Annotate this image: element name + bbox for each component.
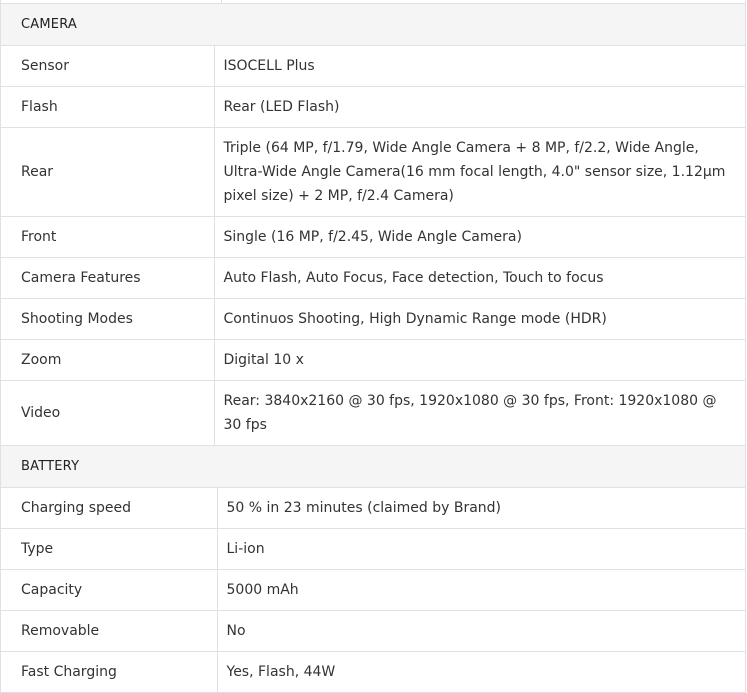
spec-row-rear: Rear Triple (64 MP, f/1.79, Wide Angle C… — [1, 127, 745, 217]
spec-value: Rear (LED Flash) — [213, 86, 745, 128]
spec-row-capacity: Capacity 5000 mAh — [1, 569, 745, 611]
spec-label: Flash — [1, 86, 214, 128]
spec-value: Yes, Flash, 44W — [216, 651, 745, 693]
spec-row-camera-features: Camera Features Auto Flash, Auto Focus, … — [1, 257, 745, 299]
spec-value: 50 % in 23 minutes (claimed by Brand) — [216, 487, 745, 529]
camera-spec-table: CAMERA Sensor ISOCELL Plus Flash Rear (L… — [1, 4, 745, 446]
spec-label: Removable — [1, 610, 217, 652]
column-divider — [221, 0, 222, 3]
spec-label: Rear — [1, 127, 214, 217]
specifications-panel: CAMERA Sensor ISOCELL Plus Flash Rear (L… — [0, 0, 746, 693]
spec-label: Charging speed — [1, 487, 217, 529]
spec-row-fast-charging: Fast Charging Yes, Flash, 44W — [1, 651, 745, 693]
spec-value: Rear: 3840x2160 @ 30 fps, 1920x1080 @ 30… — [213, 380, 745, 446]
spec-label: Front — [1, 216, 214, 258]
spec-row-flash: Flash Rear (LED Flash) — [1, 86, 745, 128]
spec-value: No — [216, 610, 745, 652]
spec-row-front: Front Single (16 MP, f/2.45, Wide Angle … — [1, 216, 745, 258]
spec-row-shooting-modes: Shooting Modes Continuos Shooting, High … — [1, 298, 745, 340]
spec-row-video: Video Rear: 3840x2160 @ 30 fps, 1920x108… — [1, 380, 745, 446]
spec-row-sensor: Sensor ISOCELL Plus — [1, 45, 745, 87]
spec-value: ISOCELL Plus — [213, 45, 745, 87]
spec-row-zoom: Zoom Digital 10 x — [1, 339, 745, 381]
spec-label: Capacity — [1, 569, 217, 611]
spec-value: Triple (64 MP, f/1.79, Wide Angle Camera… — [213, 127, 745, 217]
spec-label: Sensor — [1, 45, 214, 87]
spec-label: Shooting Modes — [1, 298, 214, 340]
battery-section-header: BATTERY — [1, 446, 745, 488]
spec-label: Video — [1, 380, 214, 446]
spec-label: Zoom — [1, 339, 214, 381]
battery-spec-table: BATTERY Charging speed 50 % in 23 minute… — [1, 446, 745, 693]
camera-section-header: CAMERA — [1, 4, 745, 46]
spec-value: Li-ion — [216, 528, 745, 570]
spec-value: Digital 10 x — [213, 339, 745, 381]
section-title: BATTERY — [1, 446, 745, 488]
spec-value: 5000 mAh — [216, 569, 745, 611]
spec-value: Auto Flash, Auto Focus, Face detection, … — [213, 257, 745, 299]
spec-row-type: Type Li-ion — [1, 528, 745, 570]
spec-label: Fast Charging — [1, 651, 217, 693]
previous-section-edge — [1, 0, 745, 4]
spec-row-removable: Removable No — [1, 610, 745, 652]
spec-label: Camera Features — [1, 257, 214, 299]
section-title: CAMERA — [1, 4, 745, 46]
spec-row-charging-speed: Charging speed 50 % in 23 minutes (claim… — [1, 487, 745, 529]
spec-value: Continuos Shooting, High Dynamic Range m… — [213, 298, 745, 340]
spec-label: Type — [1, 528, 217, 570]
spec-value: Single (16 MP, f/2.45, Wide Angle Camera… — [213, 216, 745, 258]
